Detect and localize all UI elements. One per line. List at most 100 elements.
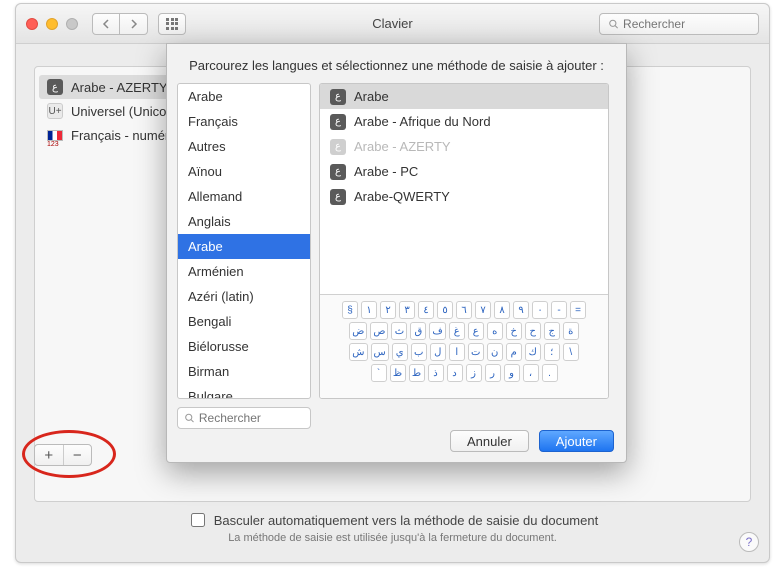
method-label: Arabe: [354, 89, 389, 104]
method-row[interactable]: ع Arabe: [320, 84, 608, 109]
french-flag-icon: 123: [47, 130, 63, 141]
language-row[interactable]: Français: [178, 109, 310, 134]
remove-source-button[interactable]: −: [64, 445, 92, 465]
method-row[interactable]: ع Arabe - Afrique du Nord: [320, 109, 608, 134]
language-row[interactable]: Arabe: [178, 84, 310, 109]
key: ج: [544, 322, 560, 340]
key: ط: [409, 364, 425, 382]
language-row[interactable]: Biélorusse: [178, 334, 310, 359]
toolbar-search-input[interactable]: [619, 16, 750, 32]
key: ٤: [418, 301, 434, 319]
nav-buttons: [92, 13, 148, 35]
language-row[interactable]: Aïnou: [178, 159, 310, 184]
language-pane: ArabeFrançaisAutresAïnouAllemandAnglaisA…: [177, 83, 311, 399]
arabic-icon: ع: [47, 79, 63, 95]
auto-switch-subtext: La méthode de saisie est utilisée jusqu'…: [16, 532, 769, 544]
key: ؛: [544, 343, 560, 361]
key: ٢: [380, 301, 396, 319]
language-row[interactable]: Arabe: [178, 234, 310, 259]
auto-switch-checkbox[interactable]: [191, 513, 205, 527]
key: ق: [410, 322, 426, 340]
sheet-search[interactable]: [177, 407, 311, 429]
close-window-icon[interactable]: [26, 18, 38, 30]
key: ٦: [456, 301, 472, 319]
key: ت: [468, 343, 484, 361]
arabic-icon: ع: [330, 189, 346, 205]
key: ف: [429, 322, 445, 340]
key: م: [506, 343, 522, 361]
key: و: [504, 364, 520, 382]
key: س: [371, 343, 389, 361]
language-row[interactable]: Birman: [178, 359, 310, 384]
language-row[interactable]: Allemand: [178, 184, 310, 209]
key: \: [563, 343, 579, 361]
key: ٩: [513, 301, 529, 319]
key: .: [542, 364, 558, 382]
toolbar-search[interactable]: [599, 13, 759, 35]
method-pane: ع Arabe ع Arabe - Afrique du Nord عArabe - A…: [319, 83, 609, 399]
language-row[interactable]: Arménien: [178, 259, 310, 284]
key: ١: [361, 301, 377, 319]
key: ك: [525, 343, 541, 361]
method-list[interactable]: ع Arabe ع Arabe - Afrique du Nord عArabe - A…: [320, 84, 608, 294]
unicode-icon: U+: [47, 103, 63, 119]
cancel-button[interactable]: Annuler: [450, 430, 529, 452]
key: =: [570, 301, 586, 319]
add-remove-group: + −: [34, 444, 92, 466]
key: ٧: [475, 301, 491, 319]
key: ض: [349, 322, 367, 340]
key: `: [371, 364, 387, 382]
key: ة: [563, 322, 579, 340]
method-row: عArabe - AZERTY: [320, 134, 608, 159]
arabic-icon: ع: [330, 114, 346, 130]
language-row[interactable]: Autres: [178, 134, 310, 159]
forward-button[interactable]: [120, 13, 148, 35]
method-label: Arabe - Afrique du Nord: [354, 114, 491, 129]
add-source-button[interactable]: +: [35, 445, 63, 465]
language-row[interactable]: Anglais: [178, 209, 310, 234]
key: ع: [468, 322, 484, 340]
method-label: Arabe-QWERTY: [354, 189, 450, 204]
add-input-source-sheet: Parcourez les langues et sélectionnez un…: [166, 43, 627, 463]
language-list[interactable]: ArabeFrançaisAutresAïnouAllemandAnglaisA…: [178, 84, 310, 398]
key: ح: [525, 322, 541, 340]
language-row[interactable]: Azéri (latin): [178, 284, 310, 309]
key: ٣: [399, 301, 415, 319]
language-row[interactable]: Bulgare: [178, 384, 310, 398]
key: ص: [370, 322, 388, 340]
method-row[interactable]: ع Arabe - PC: [320, 159, 608, 184]
arabic-icon: ع: [330, 89, 346, 105]
arabic-icon: ع: [330, 164, 346, 180]
traffic-lights: [26, 18, 78, 30]
key: غ: [449, 322, 465, 340]
language-row[interactable]: Bengali: [178, 309, 310, 334]
show-all-button[interactable]: [158, 13, 186, 35]
sheet-search-input[interactable]: [195, 410, 304, 426]
key: ٨: [494, 301, 510, 319]
key: ي: [392, 343, 408, 361]
key: -: [551, 301, 567, 319]
key: ٥: [437, 301, 453, 319]
key: ر: [485, 364, 501, 382]
key: ث: [391, 322, 407, 340]
key: ن: [487, 343, 503, 361]
add-button[interactable]: Ajouter: [539, 430, 614, 452]
method-label: Arabe - PC: [354, 164, 418, 179]
key: ذ: [428, 364, 444, 382]
key: ا: [449, 343, 465, 361]
key: ز: [466, 364, 482, 382]
arabic-icon: ع: [330, 139, 346, 155]
auto-switch-row[interactable]: Basculer automatiquement vers la méthode…: [16, 510, 769, 530]
key: ،: [523, 364, 539, 382]
help-button[interactable]: ?: [739, 532, 759, 552]
source-label: Arabe - AZERTY: [71, 80, 168, 95]
keyboard-preview: §١٢٣٤٥٦٧٨٩٠-=ضصثقفغعهخحجةشسيبلاتنمك؛\`ظط…: [320, 294, 608, 398]
key: ٠: [532, 301, 548, 319]
key: ل: [430, 343, 446, 361]
titlebar: Clavier: [16, 4, 769, 44]
minimize-window-icon[interactable]: [46, 18, 58, 30]
back-button[interactable]: [92, 13, 120, 35]
method-row[interactable]: ع Arabe-QWERTY: [320, 184, 608, 209]
key: §: [342, 301, 358, 319]
key: ه: [487, 322, 503, 340]
